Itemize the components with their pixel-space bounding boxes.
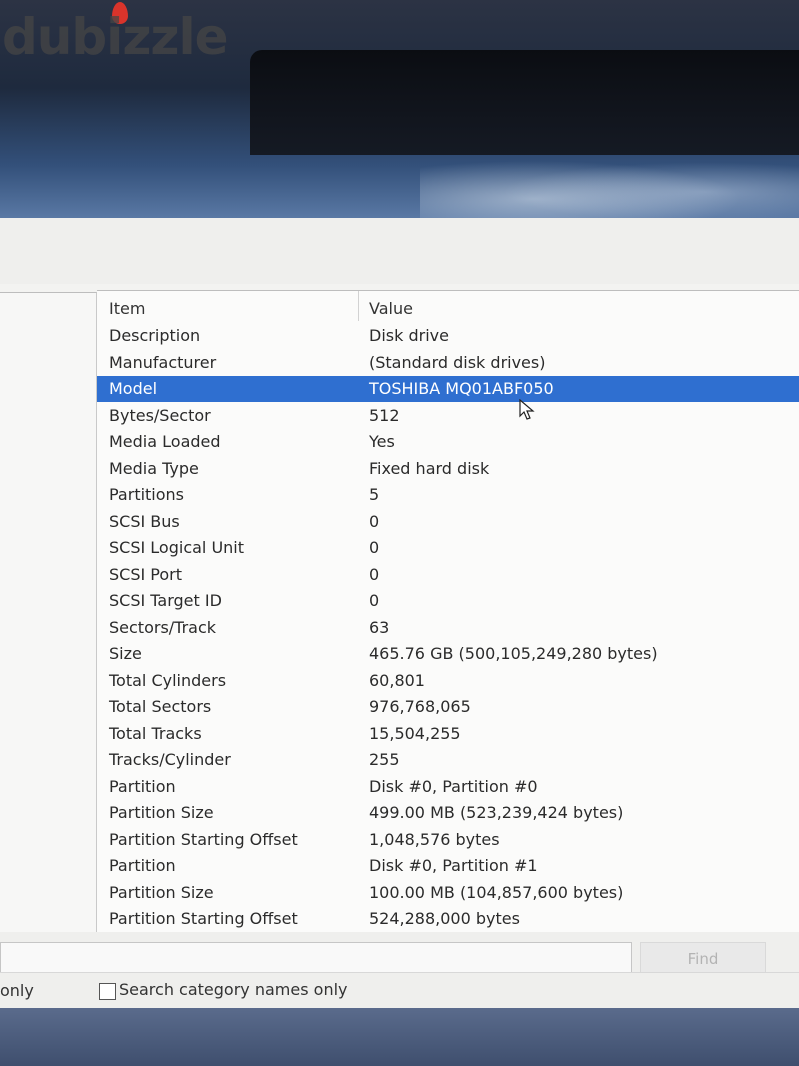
item-cell: SCSI Port	[109, 564, 183, 584]
value-cell: Fixed hard disk	[369, 458, 490, 478]
item-cell: Media Loaded	[109, 432, 221, 451]
column-divider[interactable]	[358, 291, 359, 321]
system-information-window: Item Value Description Disk drive Manufact…	[0, 218, 799, 1009]
item-cell: Bytes/Sector	[109, 405, 211, 425]
value-cell: Yes	[369, 432, 395, 451]
watermark-logo: dubizzle	[2, 8, 229, 66]
item-cell: Sectors/Track	[109, 617, 217, 637]
find-bar: Find	[0, 932, 799, 976]
wallpaper-clouds	[420, 150, 799, 220]
item-cell: Total Sectors	[109, 697, 212, 716]
item-cell: Model	[109, 379, 158, 398]
table-row[interactable]: Description Disk drive	[97, 323, 799, 349]
table-row[interactable]: Partition Starting Offset 1,048,576 bytes	[97, 827, 799, 853]
item-cell: Size	[109, 644, 142, 663]
laptop-body	[0, 1008, 799, 1066]
table-row[interactable]: SCSI Bus 0	[97, 509, 799, 535]
details-list[interactable]: Item Value Description Disk drive Manufact…	[97, 290, 799, 933]
value-cell: 465.76 GB (500,105,249,280 bytes)	[369, 644, 658, 663]
find-button[interactable]: Find	[640, 942, 766, 976]
table-row[interactable]: Total Sectors 976,768,065	[97, 694, 799, 720]
item-cell: Manufacturer	[109, 352, 217, 372]
value-cell: 100.00 MB (104,857,600 bytes)	[369, 882, 624, 902]
value-cell: 0	[369, 564, 380, 584]
table-row[interactable]: SCSI Logical Unit 0	[97, 535, 799, 561]
search-selected-only-label[interactable]: only	[0, 981, 34, 1000]
search-options-bar: only Search category names only	[0, 972, 799, 1009]
value-cell: 15,504,255	[369, 723, 461, 743]
value-cell: 63	[369, 617, 390, 637]
item-cell: Description	[109, 326, 201, 345]
item-cell: Media Type	[109, 458, 199, 478]
table-row[interactable]: Sectors/Track 63	[97, 615, 799, 641]
item-cell: Partition Size	[109, 882, 214, 902]
item-cell: Total Cylinders	[109, 670, 227, 690]
table-row[interactable]: Partition Size 499.00 MB (523,239,424 byt…	[97, 800, 799, 826]
table-row[interactable]: Tracks/Cylinder 255	[97, 747, 799, 773]
screen-bezel	[250, 50, 799, 155]
value-cell: Disk #0, Partition #0	[369, 776, 538, 796]
item-cell: Total Tracks	[109, 723, 202, 743]
item-cell: Partition	[109, 856, 176, 875]
find-input[interactable]	[0, 942, 632, 974]
table-row[interactable]: Partition Disk #0, Partition #1	[97, 853, 799, 879]
item-cell: SCSI Target ID	[109, 591, 222, 610]
table-row[interactable]: Size 465.76 GB (500,105,249,280 bytes)	[97, 641, 799, 667]
value-cell: 0	[369, 511, 380, 531]
value-cell: 1,048,576 bytes	[369, 829, 500, 849]
category-tree-pane[interactable]	[0, 292, 97, 933]
item-cell: Partition	[109, 776, 176, 796]
search-category-names-label[interactable]: Search category names only	[119, 980, 348, 999]
value-cell: 60,801	[369, 670, 425, 690]
list-header: Item Value	[97, 296, 799, 322]
value-cell: 524,288,000 bytes	[369, 909, 520, 928]
item-cell: Partition Size	[109, 803, 214, 822]
value-cell: Disk drive	[369, 326, 449, 345]
table-row[interactable]: Total Cylinders 60,801	[97, 668, 799, 694]
table-row[interactable]: Media Loaded Yes	[97, 429, 799, 455]
value-cell: 5	[369, 485, 380, 504]
table-row[interactable]: Bytes/Sector 512	[97, 403, 799, 429]
item-cell: Partitions	[109, 485, 185, 504]
value-cell: 976,768,065	[369, 697, 471, 716]
column-header-value[interactable]: Value	[369, 296, 413, 322]
item-cell: Partition Starting Offset	[109, 829, 298, 849]
item-cell: SCSI Bus	[109, 511, 180, 531]
value-cell: 499.00 MB (523,239,424 bytes)	[369, 803, 624, 822]
mouse-cursor-icon	[519, 399, 535, 420]
table-row[interactable]: SCSI Target ID 0	[97, 588, 799, 614]
table-row[interactable]: Partition Size 100.00 MB (104,857,600 byt…	[97, 880, 799, 906]
table-row[interactable]: Partition Starting Offset 524,288,000 byt…	[97, 906, 799, 932]
column-header-item[interactable]: Item	[109, 296, 145, 322]
value-cell: (Standard disk drives)	[369, 352, 546, 372]
value-cell: Disk #0, Partition #1	[369, 856, 538, 875]
table-row[interactable]: Manufacturer (Standard disk drives)	[97, 350, 799, 376]
value-cell: 512	[369, 405, 400, 425]
item-cell: SCSI Logical Unit	[109, 538, 245, 557]
table-row[interactable]: Partition Disk #0, Partition #0	[97, 774, 799, 800]
table-row[interactable]: SCSI Port 0	[97, 562, 799, 588]
table-row[interactable]: Partitions 5	[97, 482, 799, 508]
item-cell: Tracks/Cylinder	[109, 750, 231, 769]
value-cell: 0	[369, 538, 380, 557]
table-row[interactable]: Media Type Fixed hard disk	[97, 456, 799, 482]
search-category-names-checkbox[interactable]	[99, 983, 116, 1000]
value-cell: 0	[369, 591, 380, 610]
window-top-area	[0, 218, 799, 284]
value-cell: 255	[369, 750, 400, 769]
table-row[interactable]: Total Tracks 15,504,255	[97, 721, 799, 747]
item-cell: Partition Starting Offset	[109, 909, 298, 928]
table-row[interactable]: Model TOSHIBA MQ01ABF050	[97, 376, 799, 402]
